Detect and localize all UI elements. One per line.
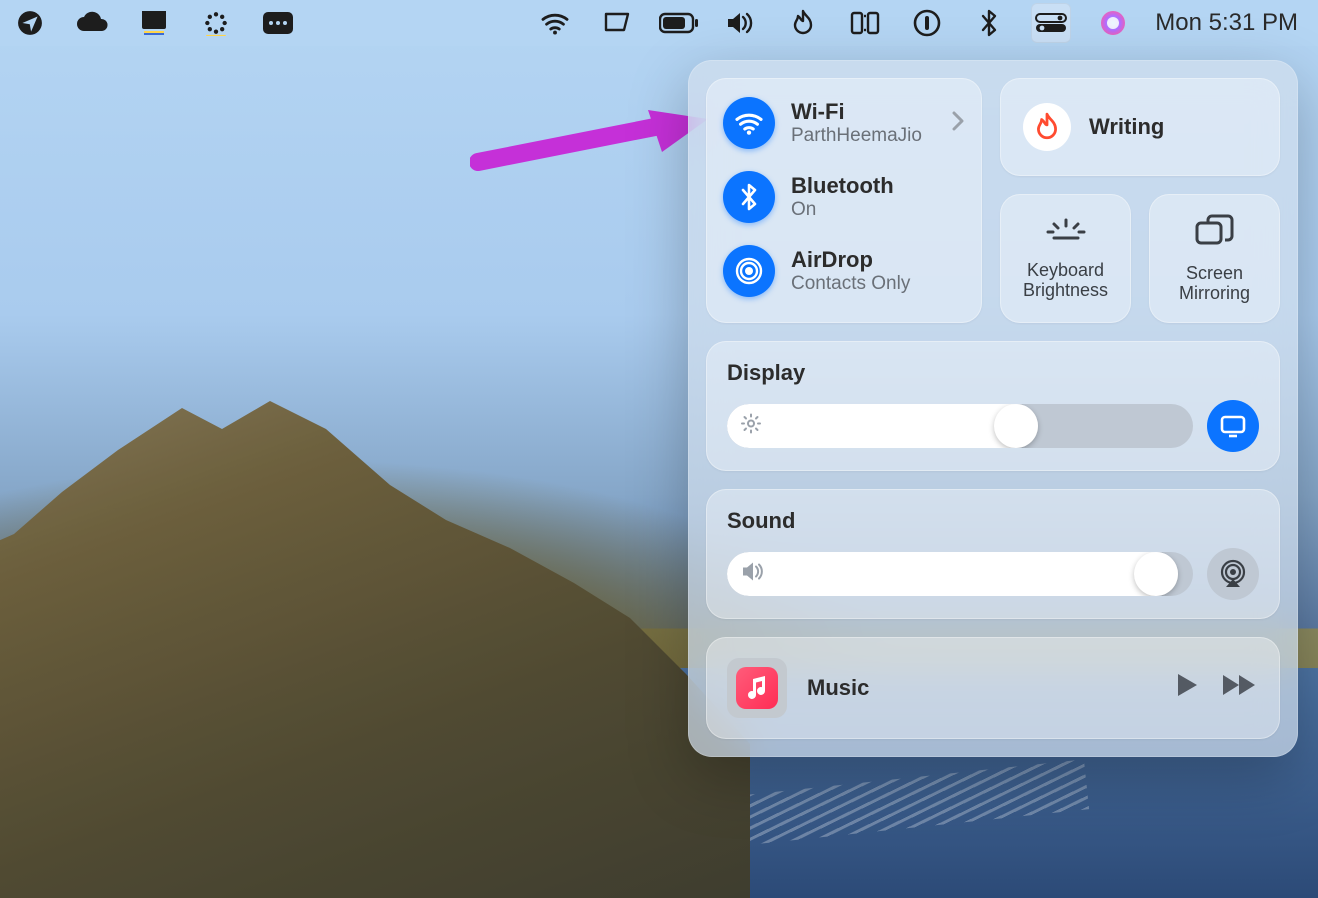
location-menu-icon[interactable] [10, 3, 50, 43]
sound-slider[interactable] [727, 552, 1193, 596]
sound-output-button[interactable] [1207, 548, 1259, 600]
wifi-icon [723, 97, 775, 149]
app3-menu-icon[interactable] [258, 3, 298, 43]
wifi-row[interactable]: Wi-Fi ParthHeemaJio [723, 97, 965, 149]
airdrop-title: AirDrop [791, 247, 965, 273]
wifi-title: Wi-Fi [791, 99, 935, 125]
connectivity-tile: Wi-Fi ParthHeemaJio Bluetooth On [706, 78, 982, 323]
bluetooth-menu-icon[interactable] [969, 3, 1009, 43]
wifi-subtitle: ParthHeemaJio [791, 125, 935, 147]
airdrop-icon [723, 245, 775, 297]
control-center-panel: Wi-Fi ParthHeemaJio Bluetooth On [688, 60, 1298, 757]
display-section: Display [706, 341, 1280, 471]
sound-title: Sound [727, 508, 1259, 534]
display-slider[interactable] [727, 404, 1193, 448]
menubar-clock[interactable]: Mon 5:31 PM [1155, 9, 1308, 37]
wallpaper-mountain [0, 198, 750, 898]
screen-mirroring-label: Screen Mirroring [1158, 264, 1271, 304]
display-settings-button[interactable] [1207, 400, 1259, 452]
display-menu-icon[interactable] [597, 3, 637, 43]
onepassword-menu-icon[interactable] [907, 3, 947, 43]
airdrop-row[interactable]: AirDrop Contacts Only [723, 245, 965, 297]
focus-flame-icon [1023, 103, 1071, 151]
screen-mirroring-tile[interactable]: Screen Mirroring [1149, 194, 1280, 323]
keyboard-brightness-label: Keyboard Brightness [1009, 261, 1122, 301]
chevron-right-icon[interactable] [951, 108, 965, 139]
sound-section: Sound [706, 489, 1280, 619]
app1-menu-icon[interactable] [134, 3, 174, 43]
music-app-icon[interactable] [727, 658, 787, 718]
brightness-low-icon [741, 413, 761, 438]
bluetooth-icon [723, 171, 775, 223]
focus-label: Writing [1089, 114, 1164, 140]
now-playing-title: Music [807, 675, 1155, 701]
screen-mirroring-icon [1194, 213, 1236, 252]
bluetooth-subtitle: On [791, 199, 965, 221]
display-title: Display [727, 360, 1259, 386]
keyboard-brightness-icon [1044, 216, 1088, 249]
volume-menu-icon[interactable] [721, 3, 761, 43]
now-playing-section: Music [706, 637, 1280, 739]
next-track-button[interactable] [1221, 673, 1259, 702]
bluetooth-row[interactable]: Bluetooth On [723, 171, 965, 223]
wifi-menu-icon[interactable] [535, 3, 575, 43]
bluetooth-title: Bluetooth [791, 173, 965, 199]
volume-low-icon [741, 561, 765, 586]
siri-menu-icon[interactable] [1093, 3, 1133, 43]
cloud-menu-icon[interactable] [72, 3, 112, 43]
control-center-menu-icon[interactable] [1031, 3, 1071, 43]
airdrop-subtitle: Contacts Only [791, 273, 965, 295]
stage-menu-icon[interactable] [845, 3, 885, 43]
battery-menu-icon[interactable] [659, 3, 699, 43]
app2-menu-icon[interactable] [196, 3, 236, 43]
keyboard-brightness-tile[interactable]: Keyboard Brightness [1000, 194, 1131, 323]
play-button[interactable] [1175, 672, 1199, 703]
focus-tile[interactable]: Writing [1000, 78, 1280, 176]
flame-menu-icon[interactable] [783, 3, 823, 43]
menu-bar: Mon 5:31 PM [0, 0, 1318, 46]
